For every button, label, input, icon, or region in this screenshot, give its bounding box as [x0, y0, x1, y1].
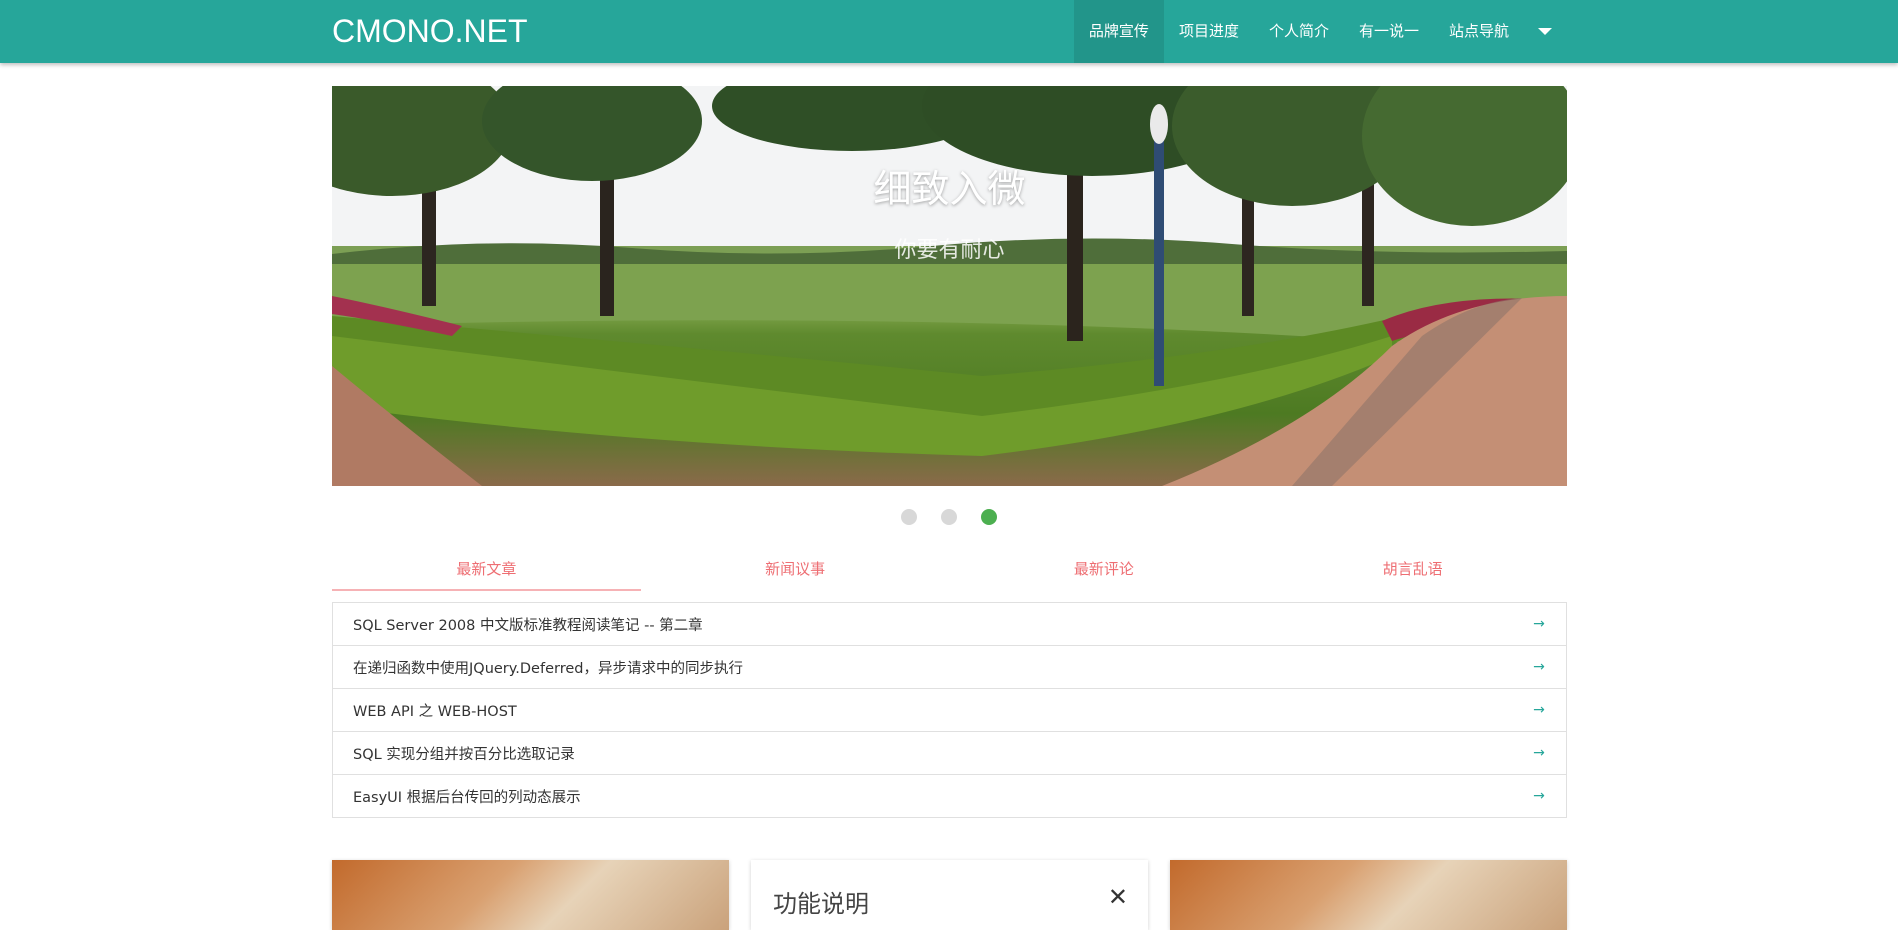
- tab-ramblings[interactable]: 胡言乱语: [1258, 553, 1567, 593]
- arrow-right-icon[interactable]: →: [1532, 659, 1546, 675]
- list-item[interactable]: SQL 实现分组并按百分比选取记录 →: [333, 732, 1566, 775]
- main-nav: 品牌宣传 项目进度 个人简介 有一说一 站点导航: [1073, 0, 1566, 63]
- nav-item-opinions[interactable]: 有一说一: [1344, 0, 1434, 63]
- tab-latest-articles[interactable]: 最新文章: [332, 553, 641, 593]
- article-title[interactable]: SQL 实现分组并按百分比选取记录: [353, 743, 1532, 764]
- arrow-right-icon[interactable]: →: [1532, 788, 1546, 804]
- article-title[interactable]: EasyUI 根据后台传回的列动态展示: [353, 786, 1532, 807]
- list-item[interactable]: 在递归函数中使用JQuery.Deferred，异步请求中的同步执行 →: [333, 646, 1566, 689]
- card-image-right[interactable]: [1170, 860, 1567, 930]
- hero-carousel[interactable]: 细致入微 你要有耐心: [332, 86, 1567, 486]
- list-item[interactable]: EasyUI 根据后台传回的列动态展示 →: [333, 775, 1566, 817]
- card-image-left[interactable]: [332, 860, 729, 930]
- site-brand[interactable]: CMONO.NET: [332, 0, 528, 63]
- arrow-right-icon[interactable]: →: [1532, 702, 1546, 718]
- arrow-right-icon[interactable]: →: [1532, 616, 1546, 632]
- tab-latest-comments[interactable]: 最新评论: [950, 553, 1259, 593]
- feature-card: 功能说明 ✕: [751, 860, 1148, 930]
- nav-item-profile[interactable]: 个人简介: [1254, 0, 1344, 63]
- article-title[interactable]: SQL Server 2008 中文版标准教程阅读笔记 -- 第二章: [353, 614, 1532, 635]
- carousel-dot-active[interactable]: [981, 509, 997, 525]
- arrow-right-icon[interactable]: →: [1532, 745, 1546, 761]
- nav-item-site-nav[interactable]: 站点导航: [1434, 0, 1524, 63]
- carousel-dot[interactable]: [941, 509, 957, 525]
- dropdown-caret-icon[interactable]: [1524, 0, 1566, 63]
- article-list: SQL Server 2008 中文版标准教程阅读笔记 -- 第二章 → 在递归…: [332, 602, 1567, 818]
- slide-subtitle: 你要有耐心: [894, 238, 1005, 263]
- nav-item-brand-promo[interactable]: 品牌宣传: [1073, 0, 1164, 63]
- nav-item-project-progress[interactable]: 项目进度: [1164, 0, 1254, 63]
- article-title[interactable]: WEB API 之 WEB-HOST: [353, 700, 1532, 721]
- slide-title: 细致入微: [873, 167, 1026, 211]
- card-title: 功能说明: [773, 890, 869, 918]
- content-tabs: 最新文章 新闻议事 最新评论 胡言乱语: [332, 553, 1567, 593]
- list-item[interactable]: SQL Server 2008 中文版标准教程阅读笔记 -- 第二章 →: [333, 603, 1566, 646]
- tab-news[interactable]: 新闻议事: [641, 553, 950, 593]
- top-navbar: CMONO.NET 品牌宣传 项目进度 个人简介 有一说一 站点导航: [0, 0, 1898, 63]
- article-title[interactable]: 在递归函数中使用JQuery.Deferred，异步请求中的同步执行: [353, 657, 1532, 678]
- park-panorama-image: [332, 86, 1567, 486]
- close-icon[interactable]: ✕: [1108, 886, 1128, 910]
- carousel-dot[interactable]: [901, 509, 917, 525]
- carousel-indicators: [0, 509, 1898, 525]
- list-item[interactable]: WEB API 之 WEB-HOST →: [333, 689, 1566, 732]
